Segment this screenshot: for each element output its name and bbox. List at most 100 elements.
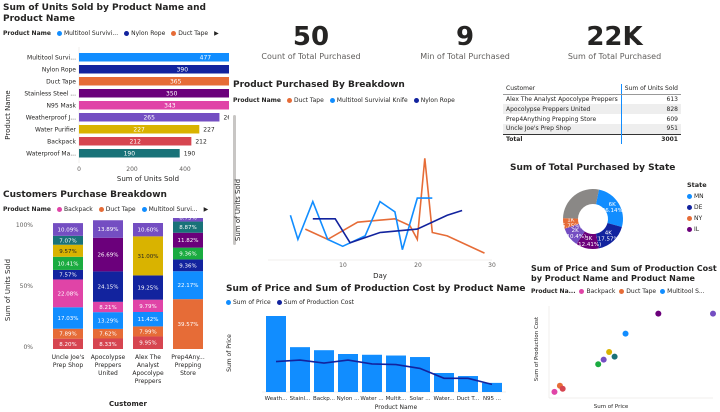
y-axis-title: Sum of Production Cost xyxy=(534,316,540,381)
legend-dot xyxy=(329,98,335,103)
scatter-point xyxy=(595,361,602,368)
category-label: Preppers xyxy=(135,378,161,385)
bar-value-label: 265 xyxy=(143,115,155,122)
legend-dot xyxy=(56,31,62,36)
legend-item[interactable]: Multitool Survi... xyxy=(141,206,198,213)
legend-item[interactable]: Duct Tape xyxy=(619,288,656,295)
legend-dot xyxy=(413,98,419,103)
category-label: Backp... xyxy=(313,396,335,402)
legend-label: Product Name xyxy=(3,30,51,37)
category-label: N95 Mask xyxy=(47,103,77,110)
legend-item[interactable]: Nylon Rope xyxy=(413,97,455,104)
legend-dot xyxy=(687,216,692,221)
legend-next-arrow-icon[interactable]: ▶ xyxy=(204,206,209,213)
legend-label: Product Na... xyxy=(531,288,576,295)
category-label: Uncle Joe's xyxy=(52,354,85,361)
legend-item[interactable]: Multitool Survivial Knife xyxy=(329,97,408,104)
purchase-breakdown-title: Product Purchased By Breakdown xyxy=(233,80,405,90)
legend-dot xyxy=(579,289,585,294)
legend-dot xyxy=(171,31,177,36)
units-by-product-panel: Sum of Units Sold by Product Name and Pr… xyxy=(3,3,229,185)
legend-item[interactable]: Backpack xyxy=(579,288,615,295)
table-row[interactable]: Alex The Analyst Apocolype Preppers 613 xyxy=(503,94,681,104)
category-label: Stainl... xyxy=(290,396,311,402)
bar-value-label: 350 xyxy=(166,91,178,98)
purchase-breakdown-legend: Product Name Duct Tape Multitool Survivi… xyxy=(233,97,498,104)
legend-next-arrow-icon[interactable]: ▶ xyxy=(214,30,219,37)
table-total-row: Total 3001 xyxy=(503,133,681,144)
legend-item[interactable]: DE xyxy=(687,202,707,213)
donut-slice xyxy=(563,189,599,219)
legend-item[interactable]: NY xyxy=(687,213,707,224)
category-label: Water Purifier xyxy=(35,127,77,134)
state-donut-title: Sum of Total Purchased by State xyxy=(510,163,676,173)
legend-dot xyxy=(56,207,62,212)
column-header[interactable]: Customer xyxy=(503,84,622,95)
table-row[interactable]: Prep4Anything Prepping Store 609 xyxy=(503,114,681,124)
legend-item[interactable]: Duct Tape xyxy=(98,206,136,213)
purchase-breakdown-panel: Product Purchased By Breakdown Product N… xyxy=(228,80,498,280)
x-axis-title: Day xyxy=(373,272,387,280)
category-label: Preppers xyxy=(95,362,121,369)
bar-value-label: 190 xyxy=(124,151,136,158)
category-label: Store xyxy=(180,370,196,377)
price-cost-title: Sum of Price and Sum of Production Cost … xyxy=(226,284,526,294)
legend-dot xyxy=(286,98,292,103)
segment-label: 7.57% xyxy=(59,273,76,279)
legend-item[interactable]: Duct Tape xyxy=(171,30,208,37)
kpi-min: 9 Min of Total Purchased xyxy=(400,22,530,61)
x-axis-title: Sum of Price xyxy=(594,404,629,410)
scatter-point xyxy=(710,310,716,317)
y-axis-title: Sum of Units Sold xyxy=(234,179,242,241)
data-label: 190 xyxy=(184,151,196,158)
scatter-point xyxy=(559,385,566,392)
scatter-point xyxy=(600,356,607,363)
data-label: 212 xyxy=(195,139,207,146)
segment-label: 7.99% xyxy=(139,329,156,335)
bar xyxy=(79,65,229,74)
legend-item[interactable]: IL xyxy=(687,224,707,235)
bar xyxy=(79,77,229,86)
legend-item[interactable]: Multitool S... xyxy=(660,288,705,295)
slice-label: (26.14%) xyxy=(600,208,625,214)
segment-label: 13.29% xyxy=(98,319,119,325)
segment-label: 8.33% xyxy=(99,342,116,348)
segment-label: 19.25% xyxy=(138,286,159,292)
legend-label: Product Name xyxy=(233,97,281,104)
y-axis-title: Sum of Price xyxy=(226,334,233,372)
legend-item[interactable]: Nylon Rope xyxy=(124,30,165,37)
scatter-title: Sum of Price and Sum of Production Cost … xyxy=(531,264,717,283)
category-label: Waterproof Ma... xyxy=(26,151,76,158)
legend-item[interactable]: Sum of Price xyxy=(226,299,271,306)
scatter-point xyxy=(606,349,613,355)
legend-item[interactable]: Duct Tape xyxy=(286,97,324,104)
legend-item[interactable]: MN xyxy=(687,191,707,202)
table-row[interactable]: Uncle Joe's Prep Shop 951 xyxy=(503,124,681,134)
category-label: Solar ... xyxy=(409,396,430,402)
legend-item[interactable]: Backpack xyxy=(56,206,93,213)
legend-dot xyxy=(687,194,692,199)
x-axis-title: Sum of Units Sold xyxy=(117,175,179,183)
scatter-point xyxy=(622,330,629,337)
segment-label: 8.21% xyxy=(99,305,116,311)
price-cost-scatter-panel: Sum of Price and Sum of Production Cost … xyxy=(531,264,720,411)
legend-item[interactable]: Multitool Survivi... xyxy=(56,30,118,37)
data-label: 227 xyxy=(203,127,215,134)
legend-item[interactable]: Sum of Production Cost xyxy=(276,299,354,306)
column-header[interactable]: Sum of Units Sold xyxy=(620,84,681,95)
x-tick: 0 xyxy=(77,166,81,173)
customers-breakdown-legend: Product Name Backpack Duct Tape Multitoo… xyxy=(3,206,225,213)
segment-label: 11.42% xyxy=(138,317,159,323)
series-line xyxy=(304,158,485,254)
segment-label: 8.87% xyxy=(179,225,196,231)
y-tick: 50% xyxy=(20,283,34,290)
kpi-label: Min of Total Purchased xyxy=(420,52,510,61)
category-label: Prep4Any... xyxy=(171,354,205,361)
state-donut-panel: Sum of Total Purchased by State 6K (26.14… xyxy=(503,163,720,263)
customers-breakdown-chart: Sum of Units Sold 100% 50% 0% Customer 8… xyxy=(4,218,205,408)
legend-dot xyxy=(660,289,666,294)
slice-label: (5.75%) xyxy=(560,223,582,229)
category-label: Prep Shop xyxy=(53,362,84,369)
kpi-value: 9 xyxy=(455,22,475,52)
table-row[interactable]: Apocolypse Preppers United 828 xyxy=(503,104,681,114)
